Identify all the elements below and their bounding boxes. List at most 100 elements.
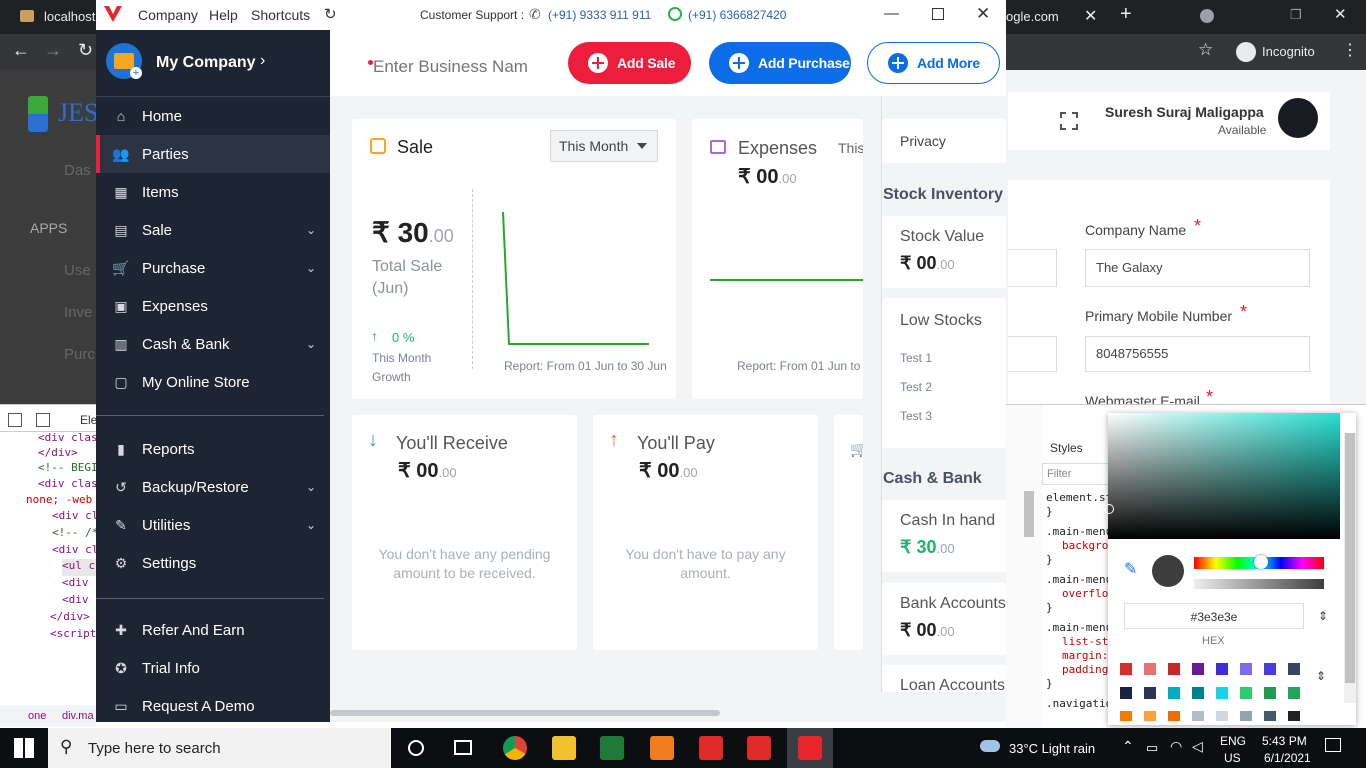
chevron-down-icon[interactable]: ⌄	[306, 261, 316, 275]
sidebar-item-backup-restore[interactable]: ↺ Backup/Restore ⌄	[96, 468, 330, 506]
palette-swatch[interactable]	[1216, 663, 1228, 675]
support-phone[interactable]: (+91) 9333 911 911	[548, 8, 651, 22]
palette-swatch[interactable]	[1288, 711, 1300, 721]
maximize-icon[interactable]	[932, 8, 944, 20]
add-purchase-button[interactable]: Add Purchase	[709, 42, 851, 84]
vyapar-taskbar-active[interactable]	[787, 728, 833, 768]
style-rule-line[interactable]: .main-menu	[1046, 525, 1112, 539]
inspect-icon[interactable]	[8, 413, 22, 427]
company-name-field[interactable]: The Galaxy	[1085, 249, 1310, 287]
palette-swatch[interactable]	[1264, 663, 1276, 675]
company-name[interactable]: My Company	[156, 54, 256, 72]
low-stock-item[interactable]: Test 2	[900, 380, 932, 394]
palette-swatch[interactable]	[1168, 711, 1180, 721]
chrome-taskbar-icon[interactable]	[503, 736, 527, 760]
loan-accounts-card[interactable]: Loan Accounts	[882, 665, 1006, 692]
low-stock-item[interactable]: Test 1	[900, 351, 932, 365]
menu-company[interactable]: Company	[138, 7, 198, 23]
palette-swatch[interactable]	[1264, 687, 1276, 699]
tab-search-icon[interactable]	[1200, 9, 1214, 23]
palette-swatch[interactable]	[1192, 687, 1204, 699]
palette-swatch[interactable]	[1144, 687, 1156, 699]
palette-swatch[interactable]	[1264, 711, 1276, 721]
sidebar-item-sale[interactable]: ▤ Sale ⌄	[96, 211, 330, 249]
style-rule-line[interactable]: backgro	[1046, 539, 1112, 553]
sale-card[interactable]: Sale This Month ₹ 30.00 Total Sale (Jun)…	[352, 119, 676, 399]
bg-field-left-1[interactable]	[1008, 249, 1057, 287]
partial-card[interactable]: 🛒	[834, 415, 867, 650]
sidebar-item-parties[interactable]: 👥 Parties	[96, 135, 330, 173]
menu-help[interactable]: Help	[209, 7, 238, 23]
low-stocks-card[interactable]: Low Stocks Test 1 Test 2 Test 3	[882, 298, 1006, 448]
restore-window-icon[interactable]: ❐	[1290, 7, 1302, 23]
devtools-scrollbar[interactable]	[1024, 491, 1034, 537]
alpha-slider[interactable]	[1194, 579, 1324, 589]
style-rule-line[interactable]: padding	[1046, 663, 1112, 677]
color-picker-scroll-thumb[interactable]	[1345, 433, 1355, 683]
chevron-down-icon[interactable]: ⌄	[306, 223, 316, 237]
bookmark-star-icon[interactable]: ☆	[1198, 40, 1213, 60]
bg-field-left-2[interactable]	[1008, 336, 1057, 372]
xampp-taskbar-icon[interactable]	[650, 736, 674, 760]
color-saturation-area[interactable]	[1108, 413, 1340, 539]
styles-filter-input[interactable]: Filter	[1042, 463, 1110, 485]
devtools-tab-elements[interactable]: Ele	[80, 413, 97, 427]
dom-line[interactable]: <div cl	[52, 509, 98, 526]
palette-swatch[interactable]	[1240, 663, 1252, 675]
company-selector[interactable]: + My Company ›	[96, 30, 330, 96]
language-label[interactable]: ENG	[1220, 734, 1246, 748]
style-rule-line[interactable]: .main-menu	[1046, 621, 1112, 635]
privacy-card[interactable]: Privacy	[882, 119, 1006, 163]
fullscreen-icon[interactable]	[1060, 112, 1078, 130]
bg-nav-dashboard[interactable]: Das	[64, 162, 91, 179]
menu-shortcuts[interactable]: Shortcuts	[251, 7, 310, 23]
clock-time[interactable]: 5:43 PM	[1262, 734, 1307, 748]
stock-value-card[interactable]: Stock Value ₹ 00.00	[882, 216, 1006, 288]
palette-swatch[interactable]	[1288, 663, 1300, 675]
sidebar-item-expenses[interactable]: ▣ Expenses	[96, 287, 330, 325]
close-window-icon[interactable]: ✕	[1334, 5, 1347, 23]
sidebar-item-trial-info[interactable]: ✪ Trial Info	[96, 649, 330, 687]
wifi-icon[interactable]: ◠	[1170, 738, 1182, 755]
low-stock-item[interactable]: Test 3	[900, 409, 932, 423]
hex-input[interactable]: #3e3e3e	[1124, 603, 1304, 629]
bg-nav-purchase[interactable]: Purc	[64, 346, 95, 363]
palette-swatch[interactable]	[1240, 687, 1252, 699]
anydesk-icon[interactable]	[699, 736, 723, 760]
region-label[interactable]: US	[1224, 751, 1241, 765]
business-name-input[interactable]	[373, 54, 543, 80]
palette-swatch[interactable]	[1120, 663, 1132, 675]
palette-swatch[interactable]	[1168, 687, 1180, 699]
battery-icon[interactable]: ▭	[1146, 740, 1158, 756]
palette-swatch[interactable]	[1216, 711, 1228, 721]
palette-swatch[interactable]	[1168, 663, 1180, 675]
chevron-down-icon[interactable]: ⌄	[306, 518, 316, 532]
sidebar-item-cash-bank[interactable]: ▥ Cash & Bank ⌄	[96, 325, 330, 363]
sidebar-item-home[interactable]: ⌂ Home	[96, 97, 330, 135]
palette-swatch[interactable]	[1144, 663, 1156, 675]
horizontal-scroll-thumb[interactable]	[330, 710, 720, 716]
dom-line[interactable]: <!-- /*	[52, 526, 98, 543]
sidebar-item-refer-and-earn[interactable]: ✚ Refer And Earn	[96, 611, 330, 649]
bg-nav-users[interactable]: Use	[64, 262, 91, 279]
bank-accounts-card[interactable]: Bank Accounts ₹ 00.00	[882, 583, 1006, 655]
mobile-field[interactable]: 8048756555	[1085, 336, 1310, 372]
chevron-down-icon[interactable]: ⌄	[306, 480, 316, 494]
style-rule-line[interactable]: overflo	[1046, 587, 1112, 601]
palette-swatch[interactable]	[1144, 711, 1156, 721]
close-app-icon[interactable]: ✕	[976, 4, 990, 24]
dom-line[interactable]: none; -web	[26, 493, 98, 509]
minimize-icon[interactable]: —	[884, 5, 899, 22]
palette-swatch[interactable]	[1192, 663, 1204, 675]
sidebar-item-utilities[interactable]: ✎ Utilities ⌄	[96, 506, 330, 544]
add-sale-button[interactable]: Add Sale	[568, 42, 691, 84]
tray-chevron-icon[interactable]: ⌃	[1122, 738, 1134, 755]
anydesk-icon-2[interactable]	[747, 736, 771, 760]
add-more-button[interactable]: Add More	[867, 42, 1000, 84]
dom-line[interactable]: <div	[62, 593, 98, 610]
dom-line[interactable]: <div cl	[52, 543, 98, 559]
device-icon[interactable]	[36, 413, 50, 427]
reload-icon[interactable]: ↻	[78, 40, 93, 61]
cash-in-hand-card[interactable]: Cash In hand ₹ 30.00	[882, 500, 1006, 572]
pay-card[interactable]: ↑ You'll Pay ₹ 00.00 You don't have to p…	[593, 415, 818, 650]
